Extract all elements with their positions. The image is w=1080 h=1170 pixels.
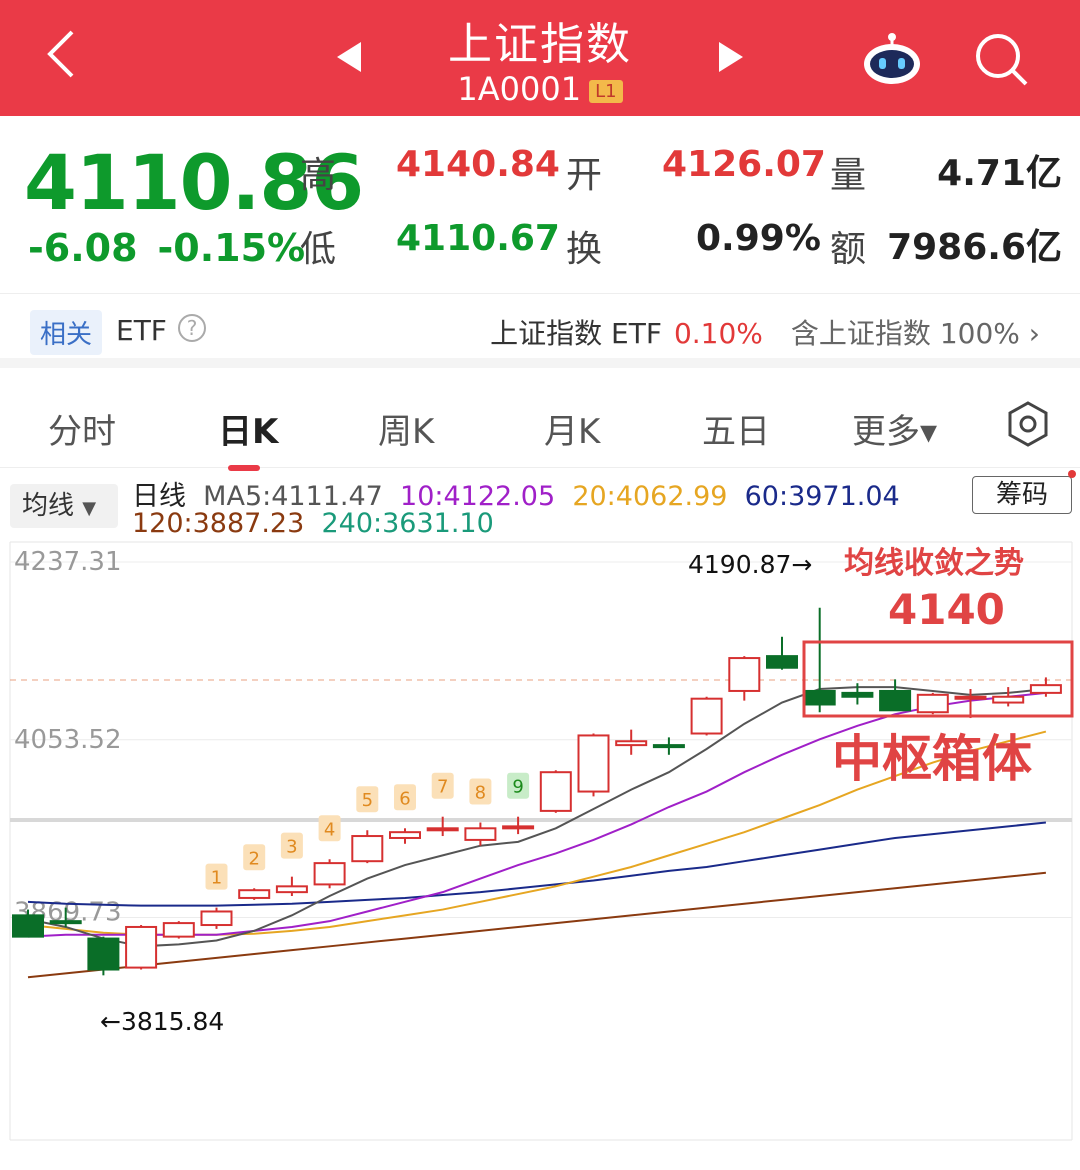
candle-up (615, 740, 648, 747)
ma-selector-label: 均线 (22, 491, 75, 521)
count-badge-label: 1 (211, 868, 222, 889)
candle-up (351, 835, 384, 863)
stock-code-text: 1A0001 (457, 70, 582, 108)
candle-down (803, 689, 836, 706)
help-icon[interactable]: ? (178, 314, 206, 342)
candle-up (313, 862, 346, 886)
candle-up (916, 693, 949, 714)
price-change: -6.08 -0.15% (28, 226, 325, 270)
candle-up (389, 831, 421, 839)
low-value: 4110.67 (396, 218, 560, 259)
candle-down (12, 914, 44, 938)
candle-down (841, 691, 874, 698)
y-axis-label: 4053.52 (14, 725, 122, 755)
low-mark-label: ←3815.84 (100, 1007, 224, 1036)
candle-up (502, 825, 535, 830)
count-badge-label: 2 (248, 848, 259, 869)
tab-daily-k-label: 日K (218, 412, 279, 452)
candle-down (766, 655, 798, 669)
level-annotation: 4140 (888, 585, 1005, 634)
box-annotation: 中枢箱体 (832, 730, 1032, 788)
settings-hex-icon[interactable] (1004, 400, 1052, 448)
turnover-label: 换 (566, 229, 603, 270)
open-value: 4126.07 (662, 144, 826, 185)
ma240-value: 240:3631.10 (321, 508, 494, 539)
candle-up (125, 925, 158, 969)
candle-up (728, 657, 761, 692)
ma-row-2: 120:3887.23 240:3631.10 (132, 508, 494, 539)
candle-up (426, 827, 459, 832)
high-label: 高 (300, 155, 337, 196)
ma60-value: 60:3971.04 (744, 481, 900, 512)
chip-button[interactable]: 筹码 (972, 476, 1072, 514)
candle-up (577, 734, 610, 793)
y-axis-label: 4237.31 (14, 547, 122, 577)
count-badge-label: 6 (399, 788, 410, 809)
count-badge-label: 7 (437, 777, 448, 798)
count-badge-label: 9 (512, 777, 523, 798)
ma20-value: 20:4062.99 (572, 481, 728, 512)
chevron-right-icon: › (1028, 317, 1040, 350)
level-badge: L1 (589, 79, 623, 103)
candle-up (275, 885, 308, 894)
high-mark-label: 4190.87→ (688, 550, 812, 579)
change-percent: -0.15% (157, 226, 306, 270)
etf-pct: 0.10% (673, 317, 763, 350)
count-badge-label: 4 (324, 819, 335, 840)
tab-monthly-k[interactable]: 月K (544, 404, 600, 453)
triangle-right-icon[interactable] (715, 38, 745, 84)
tab-weekly-k[interactable]: 周K (378, 404, 434, 453)
notification-dot (1068, 470, 1076, 478)
candle-up (1029, 684, 1062, 694)
candle-up (162, 922, 195, 938)
related-etf-row[interactable]: 相关 ETF ? 上证指数 ETF 0.10% 含上证指数 100% › (0, 294, 1080, 368)
candle-down (879, 689, 912, 712)
etf-name: 上证指数 ETF (490, 317, 662, 350)
ma120-value: 120:3887.23 (132, 508, 305, 539)
count-badge-label: 8 (475, 782, 486, 803)
ma-selector[interactable]: 均线 ▼ (10, 484, 118, 528)
candle-down (87, 937, 120, 971)
change-value: -6.08 (28, 226, 138, 270)
period-tabs: 分时 日K 周K 月K 五日 更多▾ (0, 378, 1080, 471)
count-badge-label: 5 (362, 790, 373, 811)
tab-intraday[interactable]: 分时 (48, 404, 116, 453)
robot-assistant-icon[interactable] (862, 32, 922, 86)
high-value: 4140.84 (396, 144, 560, 185)
volume-value: 4.71亿 (937, 153, 1062, 194)
candle-up (200, 910, 233, 927)
related-tag: 相关 (30, 310, 103, 355)
low-label: 低 (300, 229, 337, 270)
candle-up (690, 697, 723, 735)
tab-more[interactable]: 更多▾ (852, 404, 937, 453)
candle-up (539, 771, 572, 812)
candle-up (954, 695, 987, 700)
top-bar: 上证指数 1A0001 L1 (0, 0, 1080, 116)
candle-up (238, 889, 271, 899)
volume-label: 量 (830, 155, 867, 196)
quote-panel: 4110.86 -6.08 -0.15% 高 4140.84 开 4126.07 … (0, 116, 1080, 294)
dropdown-icon: ▼ (82, 498, 97, 519)
candle-down (652, 744, 685, 749)
amount-value: 7986.6亿 (887, 227, 1062, 268)
candle-down (49, 920, 82, 925)
candle-up (992, 695, 1025, 704)
turnover-value: 0.99% (696, 218, 821, 259)
ma-legend: 均线 ▼ 日线 MA5:4111.47 10:4122.05 20:4062.9… (0, 470, 1080, 540)
trend-annotation: 均线收敛之势 (844, 546, 1024, 581)
tab-five-day[interactable]: 五日 (702, 404, 770, 453)
etf-contain: 含上证指数 (790, 317, 931, 350)
ma5-line (27, 686, 1047, 948)
etf-contain-pct: 100% (939, 317, 1020, 350)
amount-label: 额 (830, 229, 867, 270)
candle-up (464, 827, 497, 841)
count-badge-label: 3 (286, 837, 297, 858)
kline-chart[interactable]: 4237.314053.523869.7312345 67 8 94190.87→←3… (0, 540, 1080, 1170)
etf-label: ETF (116, 314, 167, 347)
tab-daily-k[interactable]: 日K (218, 404, 279, 471)
search-icon[interactable] (972, 30, 1030, 88)
open-label: 开 (566, 155, 603, 196)
etf-info[interactable]: 上证指数 ETF 0.10% 含上证指数 100% › (490, 312, 1040, 352)
